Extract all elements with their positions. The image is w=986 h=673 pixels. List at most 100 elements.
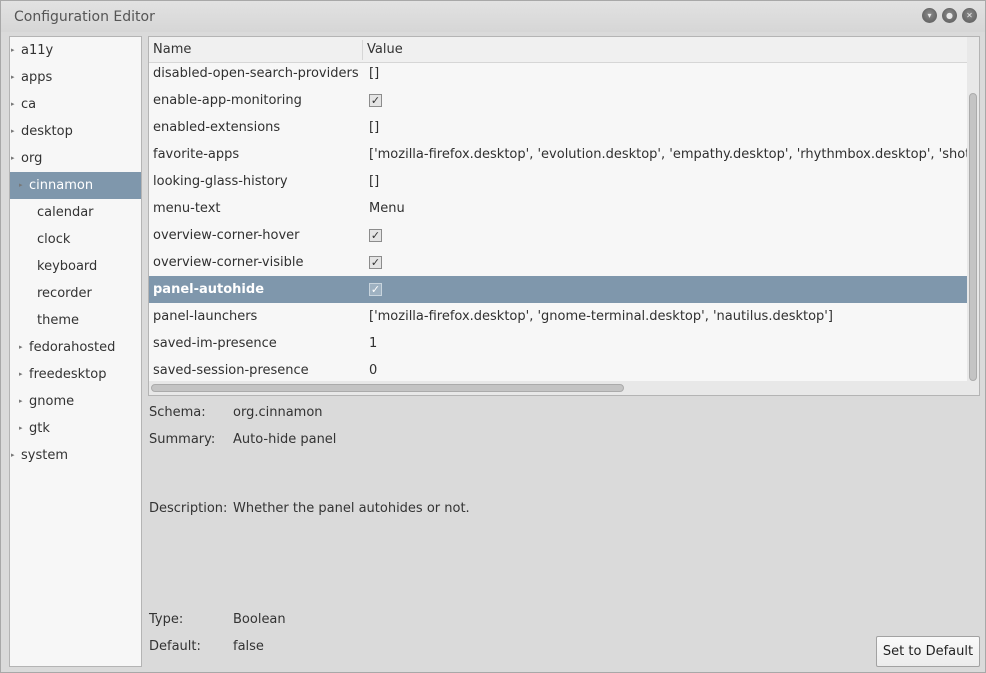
- tree-item-org[interactable]: ▸ org: [10, 145, 141, 172]
- table-row[interactable]: panel-launchers ['mozilla-firefox.desktop…: [149, 303, 967, 330]
- schema-tree: ▸ a11y ▸ apps ▸ ca ▸ desktop ▸ org ▸ cinnamon calend…: [9, 36, 142, 667]
- tree-item-a11y[interactable]: ▸ a11y: [10, 37, 141, 64]
- key-value[interactable]: Menu: [369, 201, 967, 216]
- table-row[interactable]: panel-autohide ✓: [149, 276, 967, 303]
- tree-item-calendar[interactable]: calendar: [10, 199, 141, 226]
- tree-item-desktop[interactable]: ▸ desktop: [10, 118, 141, 145]
- horizontal-scrollbar[interactable]: [149, 381, 967, 395]
- tree-item-label: calendar: [37, 205, 94, 220]
- key-name: panel-launchers: [153, 309, 258, 324]
- checkmark-icon: ✓: [370, 283, 381, 296]
- key-name: looking-glass-history: [153, 174, 288, 189]
- tree-item-gtk[interactable]: ▸ gtk: [10, 415, 141, 442]
- tree-item-cinnamon[interactable]: ▸ cinnamon: [10, 172, 141, 199]
- table-row[interactable]: enabled-extensions []: [149, 114, 967, 141]
- key-name: overview-corner-hover: [153, 228, 300, 243]
- key-name: disabled-open-search-providers: [153, 66, 359, 81]
- tree-item-label: a11y: [21, 43, 54, 58]
- key-value[interactable]: []: [369, 120, 967, 135]
- triangle-right-icon[interactable]: ▸: [19, 415, 23, 442]
- key-value[interactable]: ['mozilla-firefox.desktop', 'evolution.d…: [369, 147, 967, 162]
- triangle-right-icon[interactable]: ▸: [19, 361, 23, 388]
- table-row[interactable]: overview-corner-hover ✓: [149, 222, 967, 249]
- titlebar[interactable]: Configuration Editor ▾ ● ✕: [1, 1, 985, 32]
- tree-item-label: theme: [37, 313, 79, 328]
- tree-item-keyboard[interactable]: keyboard: [10, 253, 141, 280]
- table-row[interactable]: enable-app-monitoring ✓: [149, 87, 967, 114]
- checkmark-icon: ✓: [370, 94, 381, 107]
- close-button[interactable]: ✕: [962, 8, 977, 23]
- table-row[interactable]: menu-text Menu: [149, 195, 967, 222]
- table-row[interactable]: looking-glass-history []: [149, 168, 967, 195]
- value-checkbox[interactable]: ✓: [369, 256, 382, 269]
- key-value[interactable]: 0: [369, 363, 967, 378]
- x-icon: ✕: [966, 11, 973, 20]
- triangle-right-icon[interactable]: ▸: [19, 334, 23, 361]
- triangle-right-icon[interactable]: ▸: [19, 172, 23, 199]
- maximize-button[interactable]: ●: [942, 8, 957, 23]
- schema-value: org.cinnamon: [233, 405, 323, 420]
- tree-item-recorder[interactable]: recorder: [10, 280, 141, 307]
- tree-item-label: recorder: [37, 286, 92, 301]
- table-row[interactable]: favorite-apps ['mozilla-firefox.desktop',…: [149, 141, 967, 168]
- checkmark-icon: ✓: [370, 229, 381, 242]
- value-checkbox[interactable]: ✓: [369, 94, 382, 107]
- table-row[interactable]: saved-session-presence 0: [149, 357, 967, 384]
- description-label: Description:: [149, 501, 228, 516]
- chevron-down-icon: ▾: [927, 11, 932, 20]
- key-value[interactable]: 1: [369, 336, 967, 351]
- triangle-right-icon[interactable]: ▸: [11, 64, 15, 91]
- set-to-default-button[interactable]: Set to Default: [876, 636, 980, 667]
- description-value: Whether the panel autohides or not.: [233, 501, 470, 516]
- tree-item-label: system: [21, 448, 68, 463]
- summary-value: Auto-hide panel: [233, 432, 337, 447]
- schema-label: Schema:: [149, 405, 206, 420]
- tree-item-gnome[interactable]: ▸ gnome: [10, 388, 141, 415]
- key-name: menu-text: [153, 201, 221, 216]
- tree-item-label: gnome: [29, 394, 75, 409]
- summary-label: Summary:: [149, 432, 216, 447]
- tree-item-theme[interactable]: theme: [10, 307, 141, 334]
- key-name: overview-corner-visible: [153, 255, 304, 270]
- triangle-right-icon[interactable]: ▸: [11, 37, 15, 64]
- tree-item-apps[interactable]: ▸ apps: [10, 64, 141, 91]
- triangle-right-icon[interactable]: ▸: [11, 91, 15, 118]
- vertical-scroll-thumb[interactable]: [969, 93, 977, 381]
- tree-item-fedorahosted[interactable]: ▸ fedorahosted: [10, 334, 141, 361]
- triangle-right-icon[interactable]: ▸: [19, 388, 23, 415]
- checkmark-icon: ✓: [370, 256, 381, 269]
- tree-item-label: org: [21, 151, 43, 166]
- key-name: favorite-apps: [153, 147, 240, 162]
- tree-item-label: ca: [21, 97, 37, 112]
- key-value[interactable]: ['mozilla-firefox.desktop', 'gnome-termi…: [369, 309, 967, 324]
- tree-item-freedesktop[interactable]: ▸ freedesktop: [10, 361, 141, 388]
- key-value[interactable]: []: [369, 174, 967, 189]
- value-checkbox[interactable]: ✓: [369, 283, 382, 296]
- triangle-right-icon[interactable]: ▸: [11, 145, 15, 172]
- key-name: enable-app-monitoring: [153, 93, 302, 108]
- key-value[interactable]: []: [369, 66, 967, 81]
- table-row[interactable]: overview-corner-visible ✓: [149, 249, 967, 276]
- key-name: enabled-extensions: [153, 120, 281, 135]
- triangle-right-icon[interactable]: ▸: [11, 118, 15, 145]
- window-title: Configuration Editor: [14, 9, 155, 25]
- value-checkbox[interactable]: ✓: [369, 229, 382, 242]
- type-label: Type:: [149, 612, 184, 627]
- tree-item-label: cinnamon: [29, 178, 94, 193]
- tree-item-label: freedesktop: [29, 367, 107, 382]
- table-row[interactable]: saved-im-presence 1: [149, 330, 967, 357]
- vertical-scrollbar[interactable]: [967, 37, 979, 395]
- triangle-right-icon[interactable]: ▸: [11, 442, 15, 469]
- tree-item-label: clock: [37, 232, 71, 247]
- column-header-name[interactable]: Name: [153, 42, 191, 57]
- tree-item-ca[interactable]: ▸ ca: [10, 91, 141, 118]
- tree-item-label: gtk: [29, 421, 50, 436]
- column-header-value[interactable]: Value: [367, 42, 403, 57]
- table-row[interactable]: disabled-open-search-providers []: [149, 60, 967, 87]
- tree-item-clock[interactable]: clock: [10, 226, 141, 253]
- horizontal-scroll-thumb[interactable]: [151, 384, 624, 392]
- minimize-button[interactable]: ▾: [922, 8, 937, 23]
- tree-item-system[interactable]: ▸ system: [10, 442, 141, 469]
- key-name: panel-autohide: [153, 282, 265, 297]
- tree-item-label: fedorahosted: [29, 340, 116, 355]
